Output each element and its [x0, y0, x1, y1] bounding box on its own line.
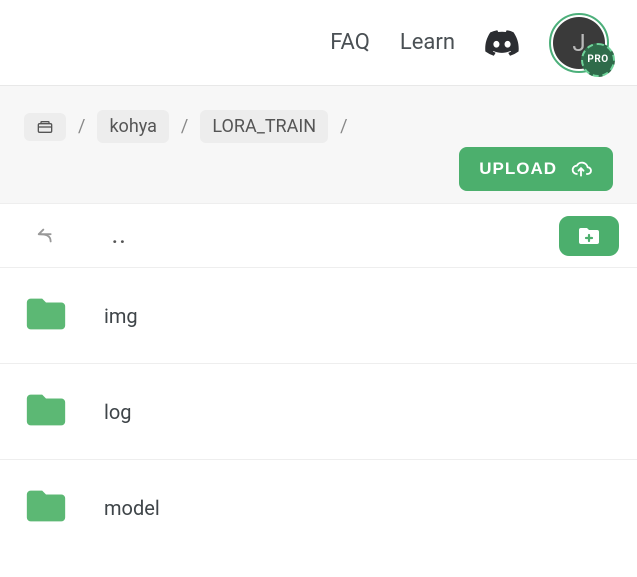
file-name: img: [104, 304, 138, 328]
folder-icon: [20, 291, 72, 341]
new-folder-button[interactable]: [559, 216, 619, 256]
cloud-upload-icon: [569, 159, 593, 179]
breadcrumb-item-0[interactable]: kohya: [97, 110, 168, 143]
breadcrumb-root[interactable]: [24, 113, 66, 141]
parent-directory[interactable]: ..: [112, 224, 127, 248]
pro-badge: PRO: [581, 43, 615, 77]
nav-learn[interactable]: Learn: [400, 30, 455, 55]
breadcrumb-separator: /: [340, 116, 347, 137]
breadcrumb-bar: / kohya / LORA_TRAIN / UPLOAD: [0, 85, 637, 203]
file-row[interactable]: model: [0, 460, 637, 556]
file-row[interactable]: img: [0, 268, 637, 364]
user-avatar[interactable]: J PRO: [549, 13, 609, 73]
discord-icon[interactable]: [485, 30, 519, 56]
breadcrumb: / kohya / LORA_TRAIN /: [24, 110, 613, 143]
upload-button-label: UPLOAD: [479, 159, 557, 179]
breadcrumb-separator: /: [78, 116, 85, 137]
nav-faq[interactable]: FAQ: [330, 30, 370, 55]
file-name: log: [104, 400, 132, 424]
folder-plus-icon: [574, 224, 604, 248]
file-row[interactable]: log: [0, 364, 637, 460]
top-nav: FAQ Learn J PRO: [0, 0, 637, 85]
file-name: model: [104, 496, 160, 520]
file-list: .. img log model: [0, 203, 637, 556]
upload-button[interactable]: UPLOAD: [459, 147, 613, 191]
action-row: ..: [0, 204, 637, 268]
breadcrumb-item-1[interactable]: LORA_TRAIN: [200, 110, 328, 143]
folder-icon: [20, 387, 72, 437]
folder-icon: [20, 483, 72, 533]
breadcrumb-separator: /: [181, 116, 188, 137]
back-icon[interactable]: [36, 225, 58, 247]
